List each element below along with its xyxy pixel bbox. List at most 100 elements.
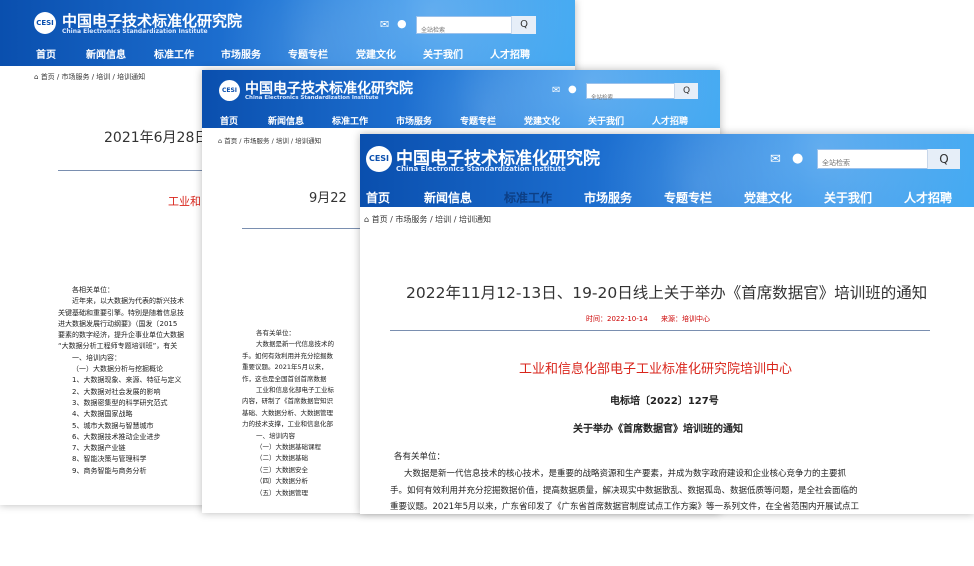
- nav-item[interactable]: 标准工作: [504, 189, 584, 206]
- nav-item[interactable]: 首页: [36, 46, 86, 61]
- nav-item[interactable]: 新闻信息: [424, 189, 504, 206]
- home-icon[interactable]: ⌂: [364, 215, 369, 224]
- body-line: 基础、大数据分析、大数据管理: [242, 408, 333, 417]
- source: 来源：培训中心: [661, 315, 711, 323]
- search-field[interactable]: [817, 149, 929, 172]
- title-divider: [58, 170, 208, 171]
- body-line: 5、城市大数据与智慧城市: [72, 421, 154, 430]
- nav-item[interactable]: 人才招聘: [490, 46, 550, 61]
- body-line: 各有关单位：: [256, 329, 295, 337]
- body-line: 一、培训内容：: [72, 353, 121, 362]
- chat-icon[interactable]: ●: [792, 151, 803, 166]
- logo-icon[interactable]: CESI: [219, 80, 240, 101]
- body-line: 8、智能决策与管理科学: [72, 455, 147, 464]
- body-line: （三）大数据安全: [256, 465, 308, 474]
- nav-item[interactable]: 关于我们: [824, 189, 904, 206]
- breadcrumb-path[interactable]: 首页 / 市场服务 / 培训 / 培训通知: [372, 215, 491, 224]
- mail-icon[interactable]: ✉: [380, 18, 389, 31]
- doc-title: 关于举办《首席数据官》培训班的通知: [573, 424, 743, 435]
- site-name-en: China Electronics Standardization Instit…: [396, 165, 566, 173]
- issuer-heading: 工业和: [168, 195, 201, 208]
- nav-item[interactable]: 新闻信息: [268, 114, 332, 127]
- publish-time: 时间：2022-10-14: [586, 315, 648, 323]
- nav-item[interactable]: 市场服务: [221, 46, 288, 61]
- nav-item[interactable]: 人才招聘: [652, 114, 712, 127]
- body-line: 内容，研制了《首席数据官知识: [242, 397, 333, 406]
- title-divider: [242, 228, 362, 229]
- search-input[interactable]: [587, 91, 675, 105]
- breadcrumb-path[interactable]: 首页 / 市场服务 / 培训 / 培训通知: [41, 73, 145, 81]
- body-line: 7、大数据产业链: [72, 444, 126, 453]
- body-line: 9、商务智能与商务分析: [72, 466, 147, 475]
- chat-icon[interactable]: ●: [568, 84, 577, 95]
- body-line: （二）大数据基础: [256, 454, 308, 463]
- breadcrumb-path[interactable]: 首页 / 市场服务 / 培训 / 培训通知: [224, 137, 321, 145]
- nav-item[interactable]: 党建文化: [744, 189, 824, 206]
- nav-item[interactable]: 新闻信息: [86, 46, 154, 61]
- site-header: CESI 中国电子技术标准化研究院 China Electronics Stan…: [360, 134, 974, 207]
- article-title: 2022年11月12-13日、19-20日线上关于举办《首席数据官》培训班的通知: [406, 284, 928, 302]
- site-header: CESI 中国电子技术标准化研究院 China Electronics Stan…: [0, 0, 575, 66]
- nav-item[interactable]: 标准工作: [332, 114, 396, 127]
- body-line: “大数据分析工程师专题培训班”，有关: [58, 342, 178, 351]
- nav-item[interactable]: 专题专栏: [460, 114, 524, 127]
- logo-icon[interactable]: CESI: [34, 12, 56, 34]
- chat-icon[interactable]: ●: [397, 17, 407, 30]
- search-button[interactable]: Q: [674, 83, 698, 99]
- nav-item[interactable]: 党建文化: [524, 114, 588, 127]
- browser-window-front: CESI 中国电子技术标准化研究院 China Electronics Stan…: [360, 134, 974, 514]
- site-header: CESI 中国电子技术标准化研究院 China Electronics Stan…: [202, 70, 720, 128]
- body-line: （一）大数据基础课程: [256, 443, 321, 452]
- nav-item[interactable]: 专题专栏: [288, 46, 356, 61]
- search-button[interactable]: Q: [511, 16, 536, 34]
- body-line: 手。如何有效利用并充分挖掘数据价值，提高数据质量，解决现实中数据散乱、数据孤岛、…: [390, 485, 858, 496]
- nav-item[interactable]: 市场服务: [584, 189, 664, 206]
- body-line: 作，这也是全国首创首席数据: [242, 374, 327, 383]
- mail-icon[interactable]: ✉: [552, 85, 560, 96]
- body-line: 手。如何有效利用并充分挖掘数: [242, 351, 333, 360]
- issuer-heading: 工业和信息化部电子工业标准化研究院培训中心: [519, 362, 793, 377]
- search-input[interactable]: [818, 154, 928, 172]
- nav-item[interactable]: 人才招聘: [904, 189, 964, 206]
- nav-item[interactable]: 专题专栏: [664, 189, 744, 206]
- body-line: （五）大数据管理: [256, 488, 308, 497]
- body-line: 大数据是新一代信息技术的: [256, 340, 334, 349]
- body-line: 4、大数据国家战略: [72, 410, 133, 419]
- body-line: 进大数据发展行动纲要》（国发〔2015: [58, 319, 178, 328]
- nav-item[interactable]: 党建文化: [356, 46, 423, 61]
- body-line: 大数据是新一代信息技术的核心技术，是重要的战略资源和生产要素，并成为数字政府建设…: [404, 469, 847, 479]
- body-line: 关键基础和重要引擎。特别是随着信息技: [58, 308, 184, 317]
- nav-item[interactable]: 关于我们: [423, 46, 490, 61]
- body-line: 2、大数据对社会发展的影响: [72, 387, 161, 396]
- body-line: 工业和信息化部电子工业标: [256, 386, 334, 395]
- breadcrumb: ⌂ 首页 / 市场服务 / 培训 / 培训通知: [364, 214, 491, 225]
- article-body: 各相关单位： 近年来，以大数据为代表的新兴技术关键基础和重要引擎。特别是随着信息技…: [58, 285, 184, 477]
- title-divider: [390, 330, 930, 331]
- greeting: 各有关单位：: [394, 452, 446, 462]
- main-nav: 首页 新闻信息 标准工作 市场服务 专题专栏 党建文化 关于我们 人才招聘: [360, 189, 974, 206]
- article-title: 9月22: [309, 191, 347, 206]
- body-line: （四）大数据分析: [256, 477, 308, 486]
- search-field[interactable]: [586, 83, 676, 105]
- search-button[interactable]: Q: [927, 149, 960, 169]
- home-icon[interactable]: ⌂: [34, 73, 38, 81]
- nav-item[interactable]: 市场服务: [396, 114, 460, 127]
- home-icon[interactable]: ⌂: [218, 137, 222, 145]
- search-input[interactable]: [417, 22, 512, 39]
- nav-item[interactable]: 首页: [220, 114, 268, 127]
- nav-item[interactable]: 关于我们: [588, 114, 652, 127]
- main-nav: 首页 新闻信息 标准工作 市场服务 专题专栏 党建文化 关于我们 人才招聘: [0, 46, 575, 61]
- body-line: 近年来，以大数据为代表的新兴技术: [72, 297, 184, 306]
- body-line: 各相关单位：: [72, 286, 114, 294]
- body-line: 重要议题。2021年5月以来，广东省印发了《广东省首席数据官制度试点工作方案》等…: [390, 502, 860, 512]
- nav-item[interactable]: 标准工作: [154, 46, 221, 61]
- logo-icon[interactable]: CESI: [366, 146, 392, 172]
- breadcrumb: ⌂ 首页 / 市场服务 / 培训 / 培训通知: [218, 135, 321, 145]
- breadcrumb: ⌂ 首页 / 市场服务 / 培训 / 培训通知: [34, 72, 145, 82]
- site-name-en: China Electronics Standardization Instit…: [62, 28, 208, 35]
- search-field[interactable]: [416, 16, 513, 39]
- body-line: （一）大数据分析与挖掘概论: [72, 365, 163, 374]
- site-name-en: China Electronics Standardization Instit…: [245, 95, 379, 101]
- nav-item[interactable]: 首页: [366, 189, 424, 206]
- mail-icon[interactable]: ✉: [770, 152, 781, 167]
